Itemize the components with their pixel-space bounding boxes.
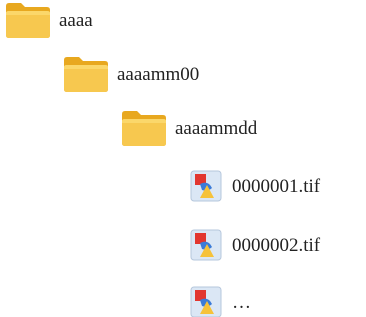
image-file-icon xyxy=(190,170,222,202)
tree-item-label: aaaammdd xyxy=(175,117,258,139)
folder-icon xyxy=(120,108,168,148)
image-file-icon xyxy=(190,286,222,317)
tree-item-file[interactable]: 0000002.tif xyxy=(190,225,320,265)
tree-item-label: 0000001.tif xyxy=(232,175,321,197)
tree-item-label: aaaa xyxy=(59,9,93,31)
tree-item-folder-aaaamm00[interactable]: aaaamm00 xyxy=(62,54,199,94)
tree-item-label: 0000002.tif xyxy=(232,234,321,256)
tree-item-folder-aaaammdd[interactable]: aaaammdd xyxy=(120,108,257,148)
tree-item-label: aaaamm00 xyxy=(117,63,200,85)
folder-icon xyxy=(62,54,110,94)
tree-item-folder-aaaa[interactable]: aaaa xyxy=(4,0,93,40)
tree-item-label: … xyxy=(232,291,251,313)
folder-icon xyxy=(4,0,52,40)
tree-item-file[interactable]: … xyxy=(190,282,251,317)
image-file-icon xyxy=(190,229,222,261)
tree-item-file[interactable]: 0000001.tif xyxy=(190,166,320,206)
